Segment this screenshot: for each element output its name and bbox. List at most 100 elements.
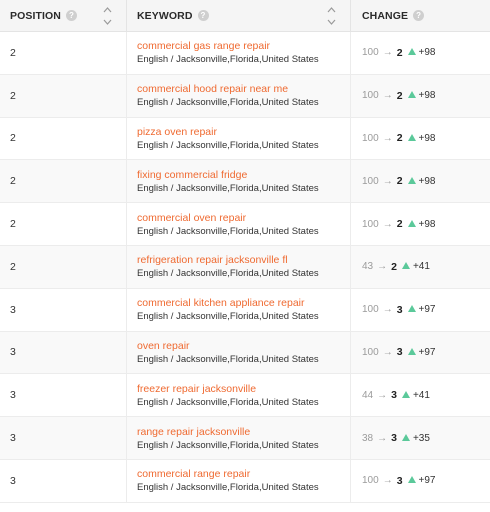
position-value: 2 — [10, 89, 16, 102]
help-icon[interactable]: ? — [197, 10, 209, 21]
position-cell: 3 — [0, 331, 127, 374]
position-value: 2 — [10, 175, 16, 188]
keyword-header-label: KEYWORD — [137, 9, 193, 22]
keyword-link[interactable]: range repair jacksonville — [137, 425, 350, 439]
up-triangle-icon — [401, 262, 410, 270]
up-triangle-icon — [407, 347, 416, 355]
current-position: 3 — [396, 346, 403, 359]
position-column-header[interactable]: POSITION ? — [0, 0, 127, 31]
table-row: 2 pizza oven repair English / Jacksonvil… — [0, 117, 490, 161]
keyword-location: English / Jacksonville,Florida,United St… — [137, 54, 319, 66]
position-delta: +98 — [418, 175, 436, 187]
keyword-link[interactable]: commercial hood repair near me — [137, 82, 350, 96]
keyword-link[interactable]: freezer repair jacksonville — [137, 382, 350, 396]
table-row: 3 range repair jacksonville English / Ja… — [0, 417, 490, 460]
keyword-location: English / Jacksonville,Florida,United St… — [137, 311, 319, 323]
keyword-location: English / Jacksonville,Florida,United St… — [137, 182, 319, 194]
position-value: 3 — [10, 474, 16, 487]
keyword-link[interactable]: refrigeration repair jacksonville fl — [137, 253, 350, 267]
keyword-location: English / Jacksonville,Florida,United St… — [137, 396, 319, 408]
current-position: 3 — [391, 389, 397, 402]
keyword-link[interactable]: commercial gas range repair — [137, 39, 350, 53]
up-triangle-icon — [407, 91, 416, 99]
help-icon[interactable]: ? — [413, 10, 425, 21]
change-header-label: CHANGE — [362, 9, 409, 22]
change-cell: 44 → 3 +41 — [351, 374, 490, 416]
up-triangle-icon — [401, 433, 410, 441]
position-value: 2 — [10, 132, 16, 145]
position-delta: +97 — [418, 475, 436, 487]
keyword-ranking-table: POSITION ? KEYWORD ? CHANGE ? 2 commerci… — [0, 0, 490, 503]
position-cell: 2 — [0, 203, 127, 245]
position-value: 2 — [10, 218, 16, 231]
position-delta: +35 — [412, 432, 430, 444]
previous-position: 100 — [362, 132, 379, 144]
change-cell: 100 → 3 +97 — [351, 289, 490, 331]
position-value: 3 — [10, 346, 16, 359]
position-cell: 2 — [0, 245, 127, 288]
table-row: 3 freezer repair jacksonville English / … — [0, 374, 490, 418]
table-row: 3 commercial range repair English / Jack… — [0, 459, 490, 503]
position-header-label: POSITION — [10, 9, 61, 22]
arrow-right-icon: → — [377, 261, 388, 273]
change-cell: 100 → 2 +98 — [351, 160, 490, 202]
table-row: 2 refrigeration repair jacksonville fl E… — [0, 245, 490, 289]
sort-icon[interactable] — [327, 6, 336, 26]
previous-position: 100 — [362, 90, 379, 102]
change-cell: 100 → 3 +97 — [351, 332, 490, 374]
position-delta: +98 — [418, 47, 436, 59]
position-value: 3 — [10, 389, 16, 402]
position-cell: 2 — [0, 117, 127, 160]
change-cell: 100 → 2 +98 — [351, 32, 490, 74]
table-row: 2 commercial oven repair English / Jacks… — [0, 203, 490, 246]
position-cell: 3 — [0, 288, 127, 331]
keyword-link[interactable]: pizza oven repair — [137, 125, 350, 139]
up-triangle-icon — [407, 176, 416, 184]
table-row: 2 fixing commercial fridge English / Jac… — [0, 160, 490, 204]
change-cell: 38 → 3 +35 — [351, 417, 490, 459]
arrow-right-icon: → — [377, 432, 388, 444]
arrow-right-icon: → — [382, 304, 393, 316]
keyword-cell: refrigeration repair jacksonville fl Eng… — [127, 245, 351, 288]
keyword-cell: freezer repair jacksonville English / Ja… — [127, 374, 351, 417]
table-row: 2 commercial hood repair near me English… — [0, 74, 490, 118]
keyword-link[interactable]: fixing commercial fridge — [137, 168, 350, 182]
arrow-right-icon: → — [382, 475, 393, 487]
keyword-cell: range repair jacksonville English / Jack… — [127, 417, 351, 459]
keyword-column-header[interactable]: KEYWORD ? — [127, 0, 351, 31]
position-value: 3 — [10, 303, 16, 316]
keyword-link[interactable]: commercial oven repair — [137, 211, 350, 225]
previous-position: 100 — [362, 346, 379, 358]
position-cell: 3 — [0, 374, 127, 417]
keyword-cell: commercial oven repair English / Jackson… — [127, 203, 351, 245]
previous-position: 100 — [362, 475, 379, 487]
up-triangle-icon — [407, 219, 416, 227]
keyword-location: English / Jacksonville,Florida,United St… — [137, 268, 319, 280]
current-position: 2 — [396, 132, 403, 145]
previous-position: 100 — [362, 47, 379, 59]
sort-icon[interactable] — [103, 6, 112, 26]
current-position: 2 — [396, 175, 403, 188]
keyword-link[interactable]: commercial range repair — [137, 467, 350, 481]
current-position: 3 — [396, 474, 403, 487]
change-column-header[interactable]: CHANGE ? — [351, 0, 490, 31]
previous-position: 43 — [362, 261, 374, 273]
up-triangle-icon — [407, 305, 416, 313]
up-triangle-icon — [407, 48, 416, 56]
position-delta: +41 — [412, 389, 430, 401]
arrow-right-icon: → — [382, 47, 393, 59]
change-cell: 43 → 2 +41 — [351, 246, 490, 288]
up-triangle-icon — [407, 133, 416, 141]
keyword-link[interactable]: commercial kitchen appliance repair — [137, 296, 350, 310]
arrow-right-icon: → — [382, 132, 393, 144]
position-cell: 2 — [0, 160, 127, 203]
arrow-right-icon: → — [382, 175, 393, 187]
current-position: 3 — [396, 303, 403, 316]
previous-position: 100 — [362, 175, 379, 187]
keyword-location: English / Jacksonville,Florida,United St… — [137, 225, 319, 237]
keyword-cell: oven repair English / Jacksonville,Flori… — [127, 331, 351, 374]
keyword-link[interactable]: oven repair — [137, 339, 350, 353]
keyword-cell: commercial gas range repair English / Ja… — [127, 32, 351, 74]
help-icon[interactable]: ? — [65, 10, 77, 21]
current-position: 2 — [396, 46, 403, 59]
